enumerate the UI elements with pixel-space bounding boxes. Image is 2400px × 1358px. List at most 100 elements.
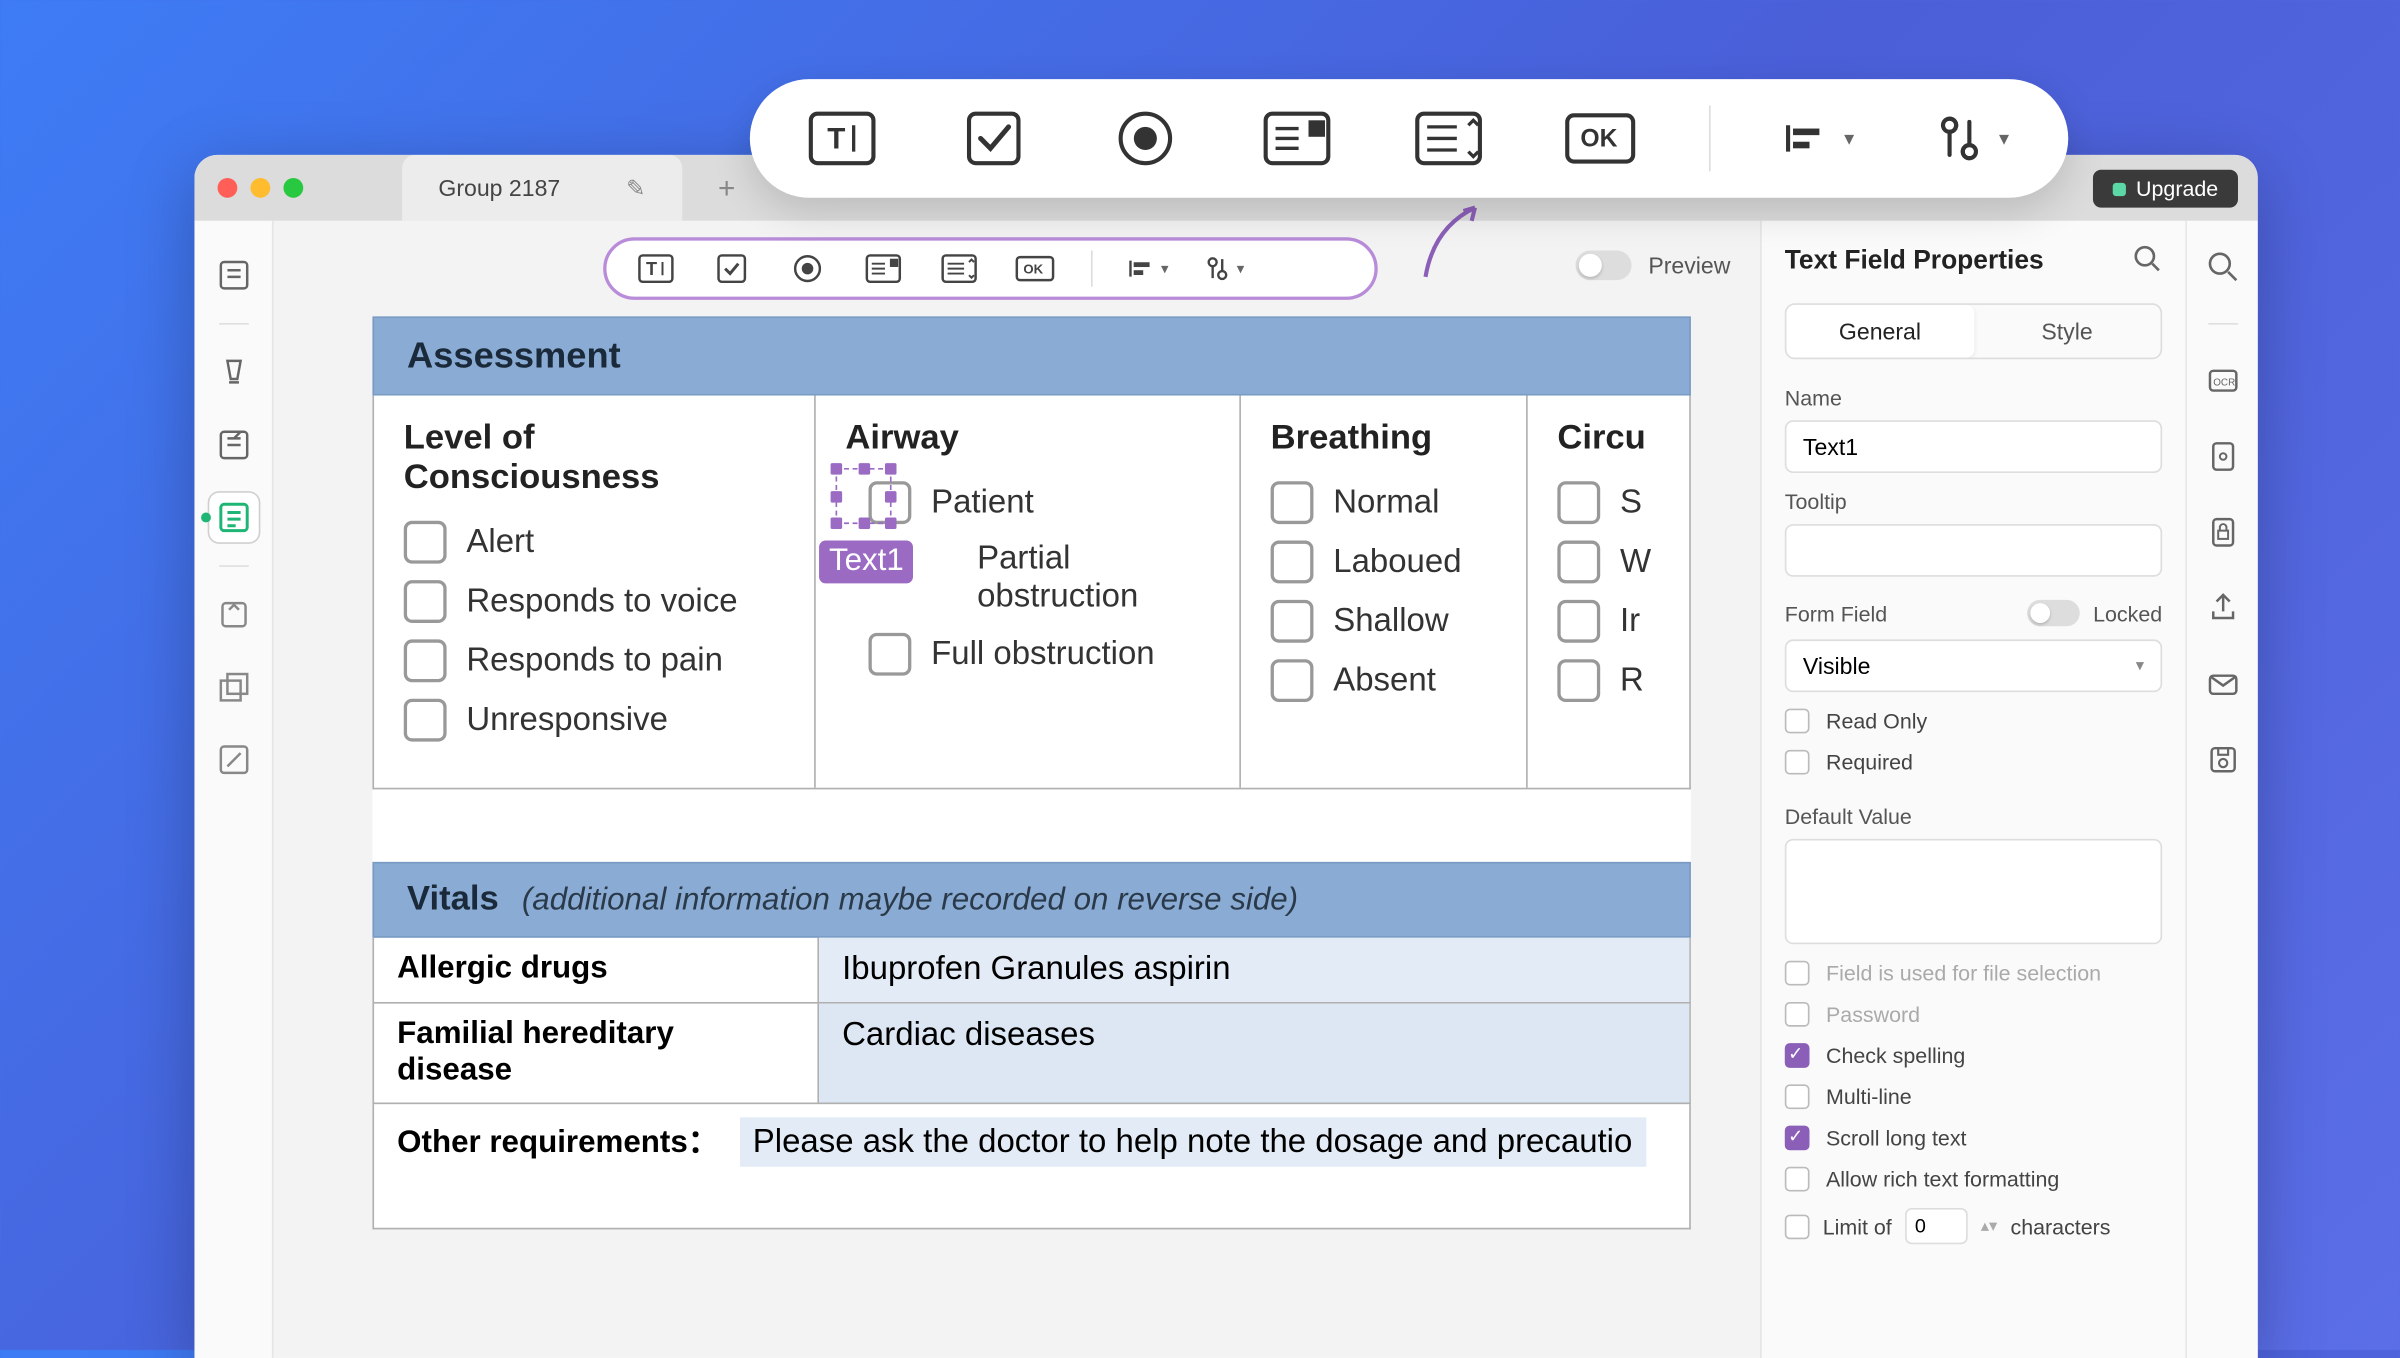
svg-text:OK: OK bbox=[1023, 262, 1043, 277]
checkbox-input[interactable] bbox=[404, 580, 447, 623]
text-field-tool-icon[interactable]: T bbox=[799, 104, 885, 173]
properties-tabs: General Style bbox=[1785, 303, 2162, 359]
selection-handles[interactable] bbox=[836, 468, 892, 524]
chevron-down-icon: ▾ bbox=[2136, 657, 2144, 675]
limit-input[interactable] bbox=[1905, 1208, 1968, 1244]
listbox-tool-small-icon[interactable] bbox=[939, 249, 979, 289]
checkbox-input[interactable] bbox=[1271, 481, 1314, 524]
password-label: Password bbox=[1826, 1002, 1920, 1027]
checkbox-input[interactable] bbox=[1271, 600, 1314, 643]
radio-tool-small-icon[interactable] bbox=[788, 249, 828, 289]
search-rail-icon[interactable] bbox=[2203, 247, 2243, 287]
checkbox-input[interactable] bbox=[1557, 600, 1600, 643]
assessment-column: Airway Patient Partial obstruction Full … bbox=[816, 396, 1241, 788]
button-tool-icon[interactable]: OK bbox=[1557, 104, 1643, 173]
checkbox-input[interactable] bbox=[1271, 541, 1314, 584]
preview-switch[interactable] bbox=[1576, 250, 1632, 280]
vitals-row-label: Allergic drugs bbox=[374, 938, 819, 1002]
checkbox-input[interactable] bbox=[404, 699, 447, 742]
document-page: Assessment Level of Consciousness Alert … bbox=[372, 316, 1690, 1229]
checkbox-label: Ir bbox=[1620, 602, 1640, 640]
selected-field-label[interactable]: Text1 bbox=[819, 541, 914, 584]
floating-form-toolbar: T OK ▾ ▾ bbox=[750, 79, 2068, 198]
align-tool-icon[interactable]: ▾ bbox=[1777, 104, 1863, 173]
dropdown-tool-icon[interactable] bbox=[1254, 104, 1340, 173]
checkbox-tool-small-icon[interactable] bbox=[712, 249, 752, 289]
checkbox-input[interactable] bbox=[1557, 481, 1600, 524]
thumbnails-icon[interactable] bbox=[208, 250, 257, 299]
callout-arrow bbox=[1409, 194, 1508, 293]
multiline-checkbox[interactable]: Multi-line bbox=[1785, 1084, 2162, 1109]
other-req-value[interactable]: Please ask the doctor to help note the d… bbox=[740, 1117, 1646, 1166]
radio-tool-icon[interactable] bbox=[1103, 104, 1189, 173]
layers-icon[interactable] bbox=[208, 662, 257, 711]
highlight-icon[interactable] bbox=[208, 348, 257, 397]
tooltip-input[interactable] bbox=[1785, 524, 2162, 577]
page-rail-icon[interactable] bbox=[2203, 437, 2243, 477]
close-window-button[interactable] bbox=[218, 178, 238, 198]
checkbox-input[interactable] bbox=[404, 521, 447, 564]
text-field-tool-small-icon[interactable]: T bbox=[636, 249, 676, 289]
rich-text-checkbox[interactable]: Allow rich text formatting bbox=[1785, 1167, 2162, 1192]
attachments-icon[interactable] bbox=[208, 590, 257, 639]
other-req-label: Other requirements： bbox=[397, 1126, 719, 1161]
share-rail-icon[interactable] bbox=[2203, 588, 2243, 628]
mail-rail-icon[interactable] bbox=[2203, 664, 2243, 704]
scroll-long-checkbox[interactable]: Scroll long text bbox=[1785, 1126, 2162, 1151]
form-tools-small-icon[interactable]: ▾ bbox=[1205, 249, 1245, 289]
align-tool-small-icon[interactable]: ▾ bbox=[1129, 249, 1169, 289]
button-tool-small-icon[interactable]: OK bbox=[1015, 249, 1055, 289]
required-checkbox[interactable]: Required bbox=[1785, 750, 2162, 775]
checkbox-row: Responds to voice bbox=[404, 580, 795, 623]
sidebar-tool-icon[interactable] bbox=[208, 735, 257, 784]
maximize-window-button[interactable] bbox=[283, 178, 303, 198]
visibility-select[interactable]: Visible ▾ bbox=[1785, 639, 2162, 692]
checkbox-row: Laboued bbox=[1271, 541, 1507, 584]
checkbox-tool-icon[interactable] bbox=[951, 104, 1037, 173]
vitals-header: Vitals (additional information maybe rec… bbox=[372, 862, 1690, 938]
document-tab[interactable]: Group 2187 ✎ bbox=[402, 155, 682, 221]
search-icon[interactable] bbox=[2133, 244, 2163, 274]
readonly-label: Read Only bbox=[1826, 709, 1927, 734]
checkbox-input[interactable] bbox=[1557, 541, 1600, 584]
left-sidebar bbox=[194, 221, 273, 1358]
save-rail-icon[interactable] bbox=[2203, 740, 2243, 780]
limit-prefix: Limit of bbox=[1823, 1214, 1892, 1239]
checkbox-row: Full obstruction bbox=[845, 633, 1219, 676]
stepper-icon[interactable]: ▴▾ bbox=[1981, 1217, 1998, 1235]
tab-style[interactable]: Style bbox=[1973, 305, 2160, 358]
upgrade-button[interactable]: Upgrade bbox=[2093, 170, 2238, 208]
default-value-input[interactable] bbox=[1785, 839, 2162, 944]
readonly-checkbox[interactable]: Read Only bbox=[1785, 709, 2162, 734]
checkbox-input[interactable] bbox=[1557, 659, 1600, 702]
column-title: Breathing bbox=[1271, 419, 1507, 459]
ocr-rail-icon[interactable]: OCR bbox=[2203, 361, 2243, 401]
default-value-label: Default Value bbox=[1785, 804, 2162, 829]
vitals-row-label: Familial hereditary disease bbox=[374, 1004, 819, 1103]
annotations-icon[interactable] bbox=[208, 420, 257, 469]
preview-toggle: Preview bbox=[1576, 250, 1731, 280]
password-checkbox[interactable]: Password bbox=[1785, 1002, 2162, 1027]
checkbox-label: Responds to voice bbox=[466, 583, 737, 621]
edit-tab-icon[interactable]: ✎ bbox=[626, 174, 645, 202]
checkbox-input[interactable] bbox=[404, 639, 447, 682]
vitals-row-value[interactable]: Ibuprofen Granules aspirin bbox=[819, 938, 1689, 1002]
dropdown-tool-small-icon[interactable] bbox=[864, 249, 904, 289]
file-selection-checkbox[interactable]: Field is used for file selection bbox=[1785, 961, 2162, 986]
checkbox-input[interactable] bbox=[1271, 659, 1314, 702]
check-spelling-checkbox[interactable]: Check spelling bbox=[1785, 1043, 2162, 1068]
name-input[interactable] bbox=[1785, 420, 2162, 473]
new-tab-button[interactable]: + bbox=[702, 171, 752, 206]
multiline-label: Multi-line bbox=[1826, 1084, 1912, 1109]
locked-toggle[interactable] bbox=[2027, 600, 2080, 626]
vitals-row-value[interactable]: Cardiac diseases bbox=[819, 1004, 1689, 1103]
checkbox-row: W bbox=[1557, 541, 1669, 584]
limit-checkbox[interactable] bbox=[1785, 1214, 1810, 1239]
tab-general[interactable]: General bbox=[1786, 305, 1973, 358]
listbox-tool-icon[interactable] bbox=[1406, 104, 1492, 173]
checkbox-input[interactable] bbox=[868, 633, 911, 676]
form-fields-icon[interactable] bbox=[208, 493, 257, 542]
minimize-window-button[interactable] bbox=[250, 178, 270, 198]
form-tools-icon[interactable]: ▾ bbox=[1928, 104, 2014, 173]
lock-rail-icon[interactable] bbox=[2203, 513, 2243, 553]
